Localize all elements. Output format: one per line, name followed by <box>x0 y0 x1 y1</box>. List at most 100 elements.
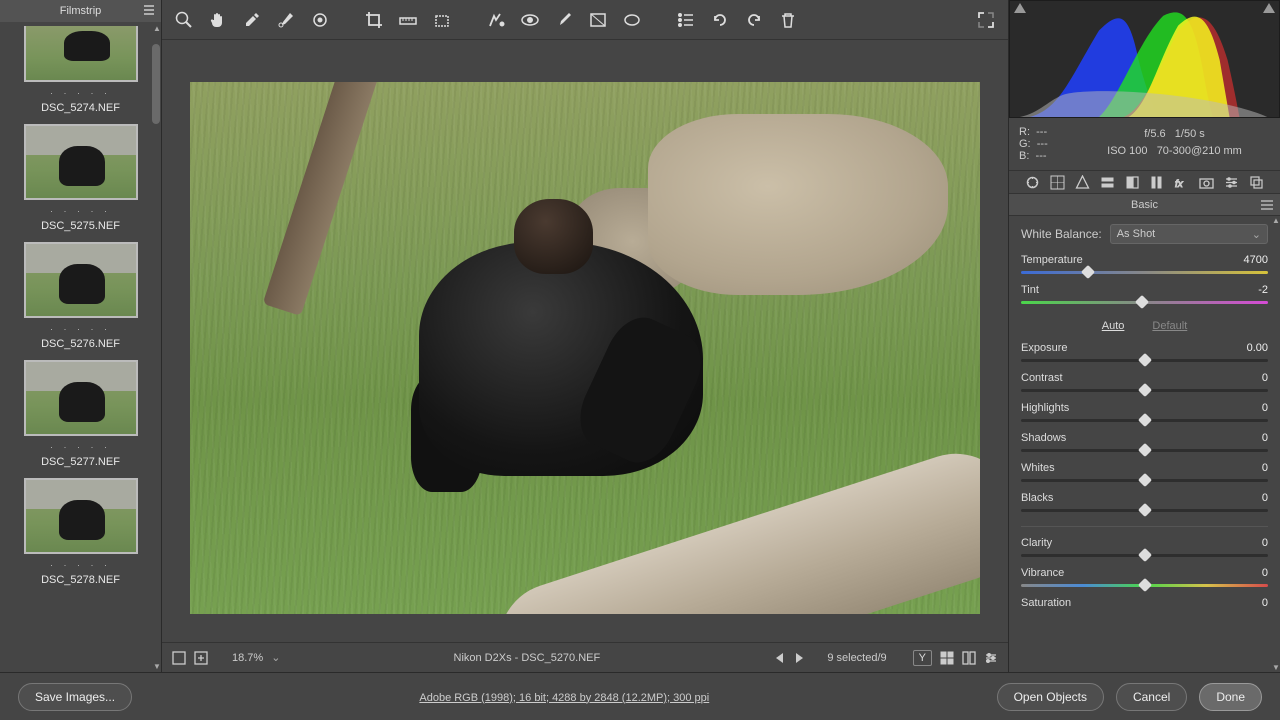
gradient-icon[interactable] <box>588 10 608 30</box>
selection-count: 9 selected/9 <box>827 652 886 664</box>
zoom-dropdown-icon[interactable]: ⌄ <box>271 651 280 664</box>
scroll-up-icon[interactable]: ▲ <box>1272 216 1280 225</box>
tint-slider[interactable] <box>1021 298 1268 308</box>
thumb-filename: DSC_5277.NEF <box>16 456 146 468</box>
redeye-icon[interactable] <box>520 10 540 30</box>
histogram[interactable] <box>1009 0 1280 118</box>
filmstrip-item[interactable]: · · · · · DSC_5274.NEF <box>16 26 146 114</box>
temperature-value[interactable]: 4700 <box>1244 254 1268 266</box>
basic-panel: White Balance: As Shot Temperature4700 T… <box>1009 216 1280 672</box>
rgb-readout: R: --- G: --- B: --- f/5.6 1/50 s ISO 10… <box>1009 118 1280 170</box>
scroll-down-icon[interactable]: ▼ <box>1272 663 1280 672</box>
trash-icon[interactable] <box>778 10 798 30</box>
tint-value[interactable]: -2 <box>1258 284 1268 296</box>
tab-presets-icon[interactable] <box>1224 175 1239 190</box>
cancel-button[interactable]: Cancel <box>1116 683 1187 711</box>
tab-basic-icon[interactable] <box>1025 175 1040 190</box>
sliders-icon[interactable] <box>984 651 998 665</box>
saturation-value[interactable]: 0 <box>1262 597 1268 609</box>
panel-menu-icon[interactable] <box>1260 198 1274 212</box>
eyedropper-icon[interactable] <box>242 10 262 30</box>
blacks-slider[interactable] <box>1021 506 1268 516</box>
brush-icon[interactable] <box>554 10 574 30</box>
prev-image-button[interactable] <box>773 651 785 665</box>
contrast-slider[interactable] <box>1021 386 1268 396</box>
split-view-icon[interactable] <box>962 651 976 665</box>
compare-toggle[interactable]: Y <box>913 650 932 666</box>
scroll-up-icon[interactable]: ▲ <box>153 24 159 32</box>
whites-value[interactable]: 0 <box>1262 462 1268 474</box>
basic-title: Basic <box>1131 199 1158 211</box>
tab-hsl-icon[interactable] <box>1100 175 1115 190</box>
vibrance-slider[interactable] <box>1021 581 1268 591</box>
view-single-icon[interactable] <box>172 651 186 665</box>
image-info-link[interactable]: Adobe RGB (1998); 16 bit; 4288 by 2848 (… <box>419 692 709 704</box>
grid-view-icon[interactable] <box>940 651 954 665</box>
save-images-button[interactable]: Save Images... <box>18 683 132 711</box>
panel-scrollbar[interactable]: ▲ ▼ <box>1272 216 1280 672</box>
open-objects-button[interactable]: Open Objects <box>997 683 1104 711</box>
scroll-down-icon[interactable]: ▼ <box>153 662 159 670</box>
filmstrip-item[interactable]: · · · · · DSC_5276.NEF <box>16 242 146 350</box>
vibrance-value[interactable]: 0 <box>1262 567 1268 579</box>
thumbnail[interactable] <box>24 360 138 436</box>
next-image-button[interactable] <box>793 651 805 665</box>
done-button[interactable]: Done <box>1199 683 1262 711</box>
zoom-icon[interactable] <box>174 10 194 30</box>
preview-image <box>190 82 980 614</box>
canvas-area[interactable] <box>162 40 1008 642</box>
tab-detail-icon[interactable] <box>1075 175 1090 190</box>
filmstrip-title: Filmstrip <box>60 5 102 17</box>
highlights-slider[interactable] <box>1021 416 1268 426</box>
scroll-thumb[interactable] <box>152 44 160 124</box>
shadows-slider[interactable] <box>1021 446 1268 456</box>
shadows-value[interactable]: 0 <box>1262 432 1268 444</box>
filmstrip-item[interactable]: · · · · · DSC_5277.NEF <box>16 360 146 468</box>
wb-select[interactable]: As Shot <box>1110 224 1268 244</box>
current-filename: DSC_5270.NEF <box>521 652 600 664</box>
tab-lens-icon[interactable] <box>1149 175 1164 190</box>
view-add-icon[interactable] <box>194 651 208 665</box>
exposure-slider[interactable] <box>1021 356 1268 366</box>
lens-value: 70-300@210 mm <box>1157 145 1242 157</box>
tab-split-icon[interactable] <box>1125 175 1140 190</box>
clarity-value[interactable]: 0 <box>1262 537 1268 549</box>
transform-icon[interactable] <box>432 10 452 30</box>
thumbnail[interactable] <box>24 26 138 82</box>
fullscreen-icon[interactable] <box>976 10 996 30</box>
blacks-value[interactable]: 0 <box>1262 492 1268 504</box>
radial-icon[interactable] <box>622 10 642 30</box>
spot-removal-icon[interactable] <box>486 10 506 30</box>
highlights-value[interactable]: 0 <box>1262 402 1268 414</box>
basic-panel-header: Basic <box>1009 194 1280 216</box>
tab-curve-icon[interactable] <box>1050 175 1065 190</box>
tab-camera-icon[interactable] <box>1199 175 1214 190</box>
thumbnail[interactable] <box>24 242 138 318</box>
clarity-slider[interactable] <box>1021 551 1268 561</box>
filmstrip-scrollbar[interactable]: ▲ ▼ <box>151 22 161 672</box>
hand-icon[interactable] <box>208 10 228 30</box>
thumb-filename: DSC_5274.NEF <box>16 102 146 114</box>
panel-menu-icon[interactable] <box>143 4 155 16</box>
color-sampler-icon[interactable] <box>276 10 296 30</box>
thumbnail[interactable] <box>24 124 138 200</box>
wb-label: White Balance: <box>1021 227 1102 241</box>
exposure-value[interactable]: 0.00 <box>1247 342 1268 354</box>
crop-icon[interactable] <box>364 10 384 30</box>
tab-snapshot-icon[interactable] <box>1249 175 1264 190</box>
filmstrip-item[interactable]: · · · · · DSC_5278.NEF <box>16 478 146 586</box>
target-adjust-icon[interactable] <box>310 10 330 30</box>
whites-slider[interactable] <box>1021 476 1268 486</box>
list-icon[interactable] <box>676 10 696 30</box>
temperature-slider[interactable] <box>1021 268 1268 278</box>
tab-fx-icon[interactable]: fx <box>1174 175 1189 190</box>
contrast-value[interactable]: 0 <box>1262 372 1268 384</box>
auto-link[interactable]: Auto <box>1102 320 1125 332</box>
straighten-icon[interactable] <box>398 10 418 30</box>
filmstrip-item[interactable]: · · · · · DSC_5275.NEF <box>16 124 146 232</box>
rotate-ccw-icon[interactable] <box>710 10 730 30</box>
thumbnail[interactable] <box>24 478 138 554</box>
zoom-level[interactable]: 18.7% <box>232 652 263 664</box>
default-link[interactable]: Default <box>1152 320 1187 332</box>
rotate-cw-icon[interactable] <box>744 10 764 30</box>
